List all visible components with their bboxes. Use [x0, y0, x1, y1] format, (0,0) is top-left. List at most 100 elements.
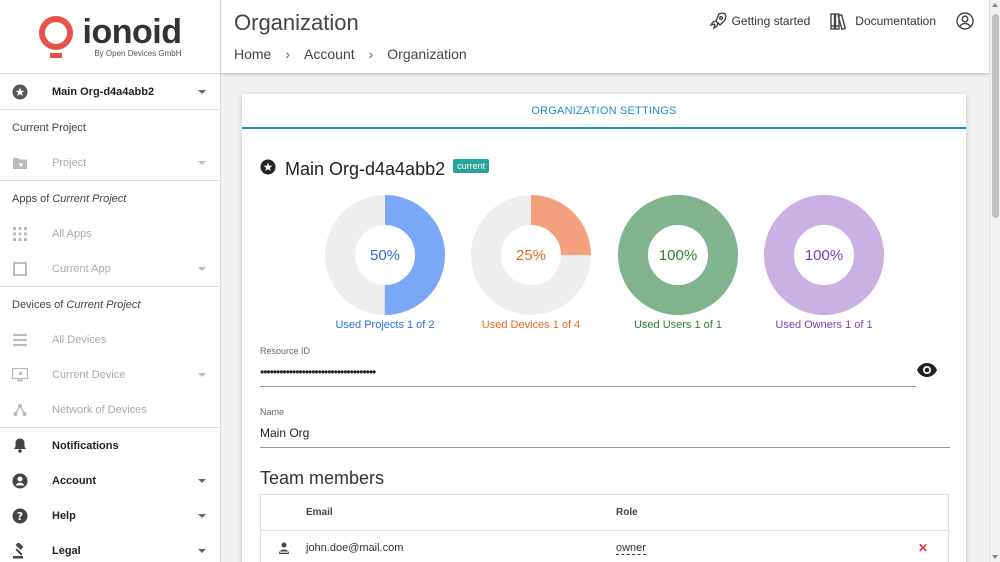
device-icon: [12, 367, 28, 383]
scroll-up-arrow-icon[interactable]: [992, 3, 998, 7]
scrollbar[interactable]: [989, 0, 1000, 562]
sidebar-item-current-device[interactable]: Current Device: [0, 357, 220, 392]
getting-started-link[interactable]: Getting started: [708, 12, 811, 30]
resource-id-label: Resource ID: [260, 346, 311, 356]
member-email: john.doe@mail.com: [306, 542, 404, 554]
square-icon: [12, 261, 28, 277]
name-input[interactable]: Main Org: [260, 426, 950, 448]
sidebar-item-label: Current Device: [52, 368, 126, 381]
member-role[interactable]: owner: [616, 542, 646, 555]
account-circle-icon: [12, 473, 28, 489]
page-title: Organization: [234, 10, 359, 35]
eye-icon[interactable]: [916, 362, 938, 383]
list-icon: [12, 332, 28, 348]
sidebar-item-current-app[interactable]: Current App: [0, 251, 220, 286]
chevron-right-icon: ›: [285, 46, 291, 62]
books-icon: [830, 13, 847, 30]
sidebar-item-network-devices[interactable]: Network of Devices: [0, 392, 220, 427]
sidebar-item-label: Account: [52, 474, 96, 487]
current-badge: current: [453, 158, 490, 173]
breadcrumb: Home › Account › Organization: [234, 46, 467, 62]
org-heading: Main Org-d4a4abb2 current: [260, 158, 490, 180]
svg-text:?: ?: [17, 510, 23, 523]
sidebar-item-all-apps[interactable]: All Apps: [0, 216, 220, 251]
name-field: Name Main Org: [260, 407, 950, 448]
sidebar-item-account[interactable]: Account: [0, 463, 220, 498]
breadcrumb-organization: Organization: [387, 46, 467, 62]
scroll-down-arrow-icon[interactable]: [992, 555, 998, 559]
breadcrumb-home[interactable]: Home: [234, 46, 271, 62]
delete-member-icon[interactable]: ✕: [918, 541, 948, 555]
chevron-down-icon: [198, 89, 206, 94]
chevron-down-icon: [198, 478, 206, 483]
column-header-email[interactable]: Email: [306, 507, 616, 518]
table-row: john.doe@mail.com owner ✕: [261, 531, 948, 562]
documentation-link[interactable]: Documentation: [830, 12, 936, 30]
chevron-down-icon: [198, 266, 206, 271]
sidebar-item-help[interactable]: ? Help: [0, 498, 220, 533]
usage-caption: Used Owners 1 of 1: [775, 319, 873, 331]
brand-name: ionoid: [82, 12, 182, 51]
usage-percent: 100%: [658, 247, 698, 264]
name-label: Name: [260, 407, 285, 417]
usage-caption: Used Devices 1 of 4: [481, 319, 581, 331]
project-selector[interactable]: Project: [0, 145, 220, 180]
network-icon: [12, 402, 28, 418]
getting-started-label: Getting started: [731, 14, 811, 28]
sidebar-item-label: All Devices: [52, 333, 107, 346]
user-tie-icon: [261, 542, 306, 554]
grid-icon: [12, 226, 28, 242]
scrollbar-thumb[interactable]: [992, 14, 999, 218]
resource-id-input[interactable]: ••••••••••••••••••••••••••••••••••••: [260, 365, 916, 387]
usage-donut-projects: 50% Used Projects 1 of 2: [325, 195, 445, 331]
org-selector[interactable]: Main Org-d4a4abb2: [0, 74, 220, 109]
folder-star-icon: [12, 155, 28, 171]
star-circle-icon: [260, 159, 276, 180]
usage-donut-devices: 25% Used Devices 1 of 4: [471, 195, 591, 331]
documentation-label: Documentation: [855, 14, 936, 28]
resource-id-field: Resource ID ••••••••••••••••••••••••••••…: [260, 346, 916, 387]
usage-donut-users: 100% Used Users 1 of 1: [618, 195, 738, 331]
breadcrumb-account[interactable]: Account: [304, 46, 355, 62]
chevron-right-icon: ›: [368, 46, 374, 62]
brand-logo[interactable]: ionoid By Open Devices GmbH: [0, 0, 220, 74]
team-members-title: Team members: [260, 468, 385, 488]
gavel-icon: [12, 542, 28, 559]
chevron-down-icon: [198, 160, 206, 165]
devices-heading: Devices of Current Project: [12, 298, 141, 311]
sidebar-item-label: Current App: [52, 262, 111, 275]
star-circle-icon: [12, 84, 28, 100]
account-circle-icon: [956, 12, 974, 30]
chevron-down-icon: [198, 513, 206, 518]
tab-organization-settings[interactable]: ORGANIZATION SETTINGS: [242, 94, 966, 129]
column-header-role[interactable]: Role: [616, 507, 948, 518]
organization-settings-card: ORGANIZATION SETTINGS Main Org-d4a4abb2 …: [242, 94, 966, 562]
rocket-icon: [708, 12, 727, 30]
table-header: Email Role: [261, 495, 948, 531]
logo-icon: [38, 15, 73, 58]
header: Organization Home › Account › Organizati…: [221, 0, 989, 74]
chevron-down-icon: [198, 372, 206, 377]
sidebar-item-label: Notifications: [52, 439, 119, 452]
help-circle-icon: ?: [12, 508, 28, 524]
sidebar: ionoid By Open Devices GmbH Main Org-d4a…: [0, 0, 221, 562]
chevron-down-icon: [198, 548, 206, 553]
sidebar-item-notifications[interactable]: Notifications: [0, 428, 220, 463]
usage-percent: 100%: [804, 247, 844, 264]
usage-donut-owners: 100% Used Owners 1 of 1: [764, 195, 884, 331]
current-project-heading: Current Project: [12, 121, 86, 134]
user-menu-button[interactable]: [956, 12, 979, 30]
usage-percent: 25%: [515, 247, 547, 264]
sidebar-item-legal[interactable]: Legal: [0, 533, 220, 562]
apps-heading: Apps of Current Project: [12, 192, 127, 205]
sidebar-item-label: Network of Devices: [52, 403, 147, 416]
org-selector-label: Main Org-d4a4abb2: [52, 85, 155, 98]
team-members-table: Email Role john.doe@mail.com owner ✕: [260, 494, 949, 562]
sidebar-item-label: All Apps: [52, 227, 92, 240]
usage-caption: Used Users 1 of 1: [633, 319, 723, 331]
sidebar-item-label: Help: [52, 509, 76, 522]
bell-icon: [12, 438, 28, 454]
sidebar-item-all-devices[interactable]: All Devices: [0, 322, 220, 357]
usage-caption: Used Projects 1 of 2: [335, 319, 435, 331]
usage-percent: 50%: [369, 247, 401, 264]
